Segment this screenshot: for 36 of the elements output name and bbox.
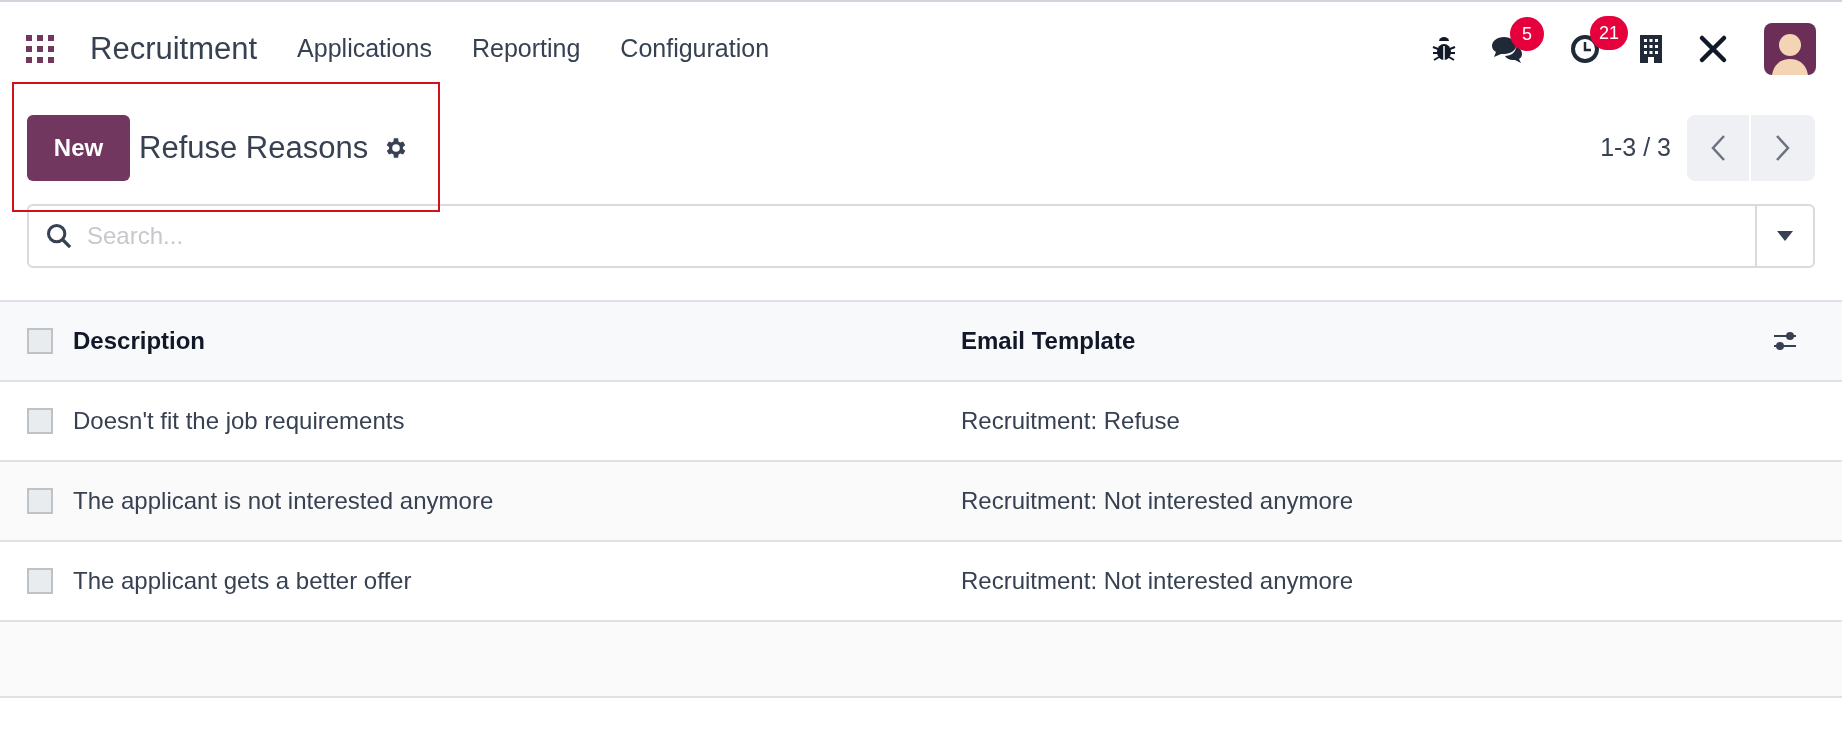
messages-button[interactable] — [1490, 35, 1524, 63]
new-button[interactable]: New — [27, 115, 130, 181]
pager-value: 1-3 / 3 — [1600, 132, 1671, 164]
menu-item[interactable]: Applications — [297, 30, 432, 68]
optional-columns-icon[interactable] — [1772, 329, 1798, 353]
notification-count: 21 — [1590, 16, 1629, 50]
email-template-cell: Recruitment: Refuse — [961, 381, 1772, 461]
clock-icon — [1570, 34, 1600, 64]
apps-grid-icon[interactable] — [26, 35, 54, 63]
description-cell: The applicant is not interested anymore — [73, 461, 961, 541]
bug-button[interactable] — [1432, 36, 1456, 62]
company-button[interactable] — [1640, 35, 1662, 63]
notification-count: 5 — [1510, 17, 1544, 51]
chevron-right-icon — [1775, 134, 1791, 162]
row-checkbox[interactable] — [27, 408, 53, 434]
page-title: Refuse Reasons — [139, 128, 369, 167]
description-cell: Doesn't fit the job requirements — [73, 381, 961, 461]
column-header[interactable]: Email Template — [961, 301, 1772, 381]
chevron-left-icon — [1710, 134, 1726, 162]
menu-item[interactable]: Configuration — [620, 30, 770, 68]
column-header[interactable]: Description — [73, 301, 961, 381]
activities-button[interactable] — [1570, 34, 1600, 64]
row-checkbox[interactable] — [27, 568, 53, 594]
description-cell: The applicant gets a better offer — [73, 541, 961, 621]
menu-item[interactable]: Reporting — [471, 30, 581, 68]
building-icon — [1640, 35, 1662, 63]
caret-down-icon — [1777, 231, 1793, 241]
row-checkbox[interactable] — [27, 488, 53, 514]
chat-bubbles-icon — [1490, 35, 1524, 63]
search-icon — [45, 222, 73, 250]
email-template-cell: Recruitment: Not interested anymore — [961, 461, 1772, 541]
app-name[interactable]: Recruitment — [90, 25, 258, 73]
bug-icon — [1432, 36, 1456, 62]
user-avatar[interactable] — [1764, 23, 1816, 75]
select-all-checkbox[interactable] — [27, 328, 53, 354]
email-template-cell: Recruitment: Not interested anymore — [961, 541, 1772, 621]
